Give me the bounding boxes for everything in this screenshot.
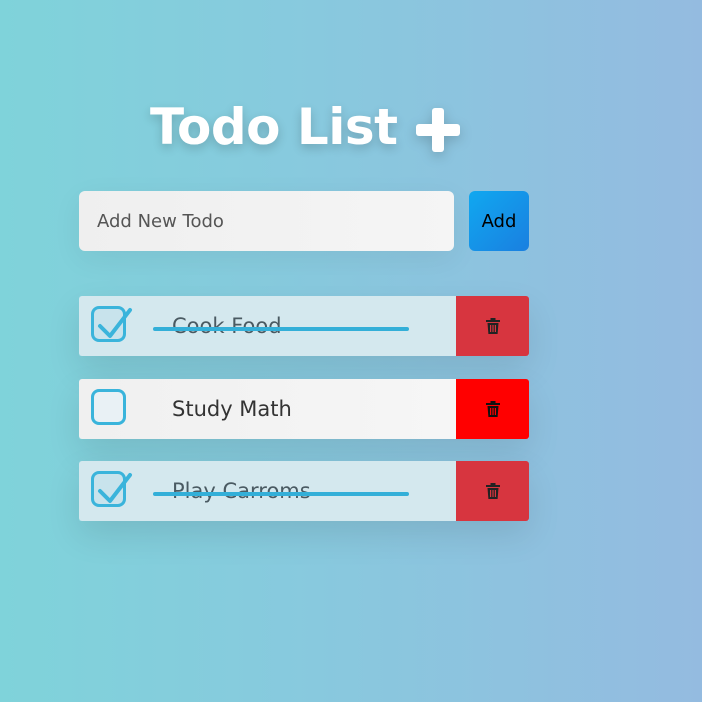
todo-text: Cook Food <box>172 314 282 338</box>
todo-item-body: Study Math <box>79 379 456 439</box>
header: Todo List <box>150 92 460 162</box>
add-todo-button[interactable]: Add <box>469 191 529 251</box>
page-title: Todo List <box>150 98 398 156</box>
strikethrough-line <box>153 492 409 496</box>
todo-item-body: Play Carroms <box>79 461 456 521</box>
todo-checkbox[interactable] <box>91 471 126 507</box>
delete-todo-button[interactable] <box>456 461 529 521</box>
todo-item: Cook Food <box>79 296 529 356</box>
todo-checkbox[interactable] <box>91 389 126 425</box>
strikethrough-line <box>153 327 409 331</box>
trash-icon <box>485 483 500 499</box>
trash-icon <box>485 318 500 334</box>
new-todo-input[interactable] <box>79 191 454 251</box>
todo-text: Play Carroms <box>172 479 311 503</box>
todo-item: Study Math <box>79 379 529 439</box>
todo-checkbox[interactable] <box>91 306 126 342</box>
todo-item: Play Carroms <box>79 461 529 521</box>
delete-todo-button[interactable] <box>456 379 529 439</box>
todo-text: Study Math <box>172 397 292 421</box>
trash-icon <box>485 401 500 417</box>
todo-item-body: Cook Food <box>79 296 456 356</box>
plus-icon[interactable] <box>416 108 460 152</box>
delete-todo-button[interactable] <box>456 296 529 356</box>
